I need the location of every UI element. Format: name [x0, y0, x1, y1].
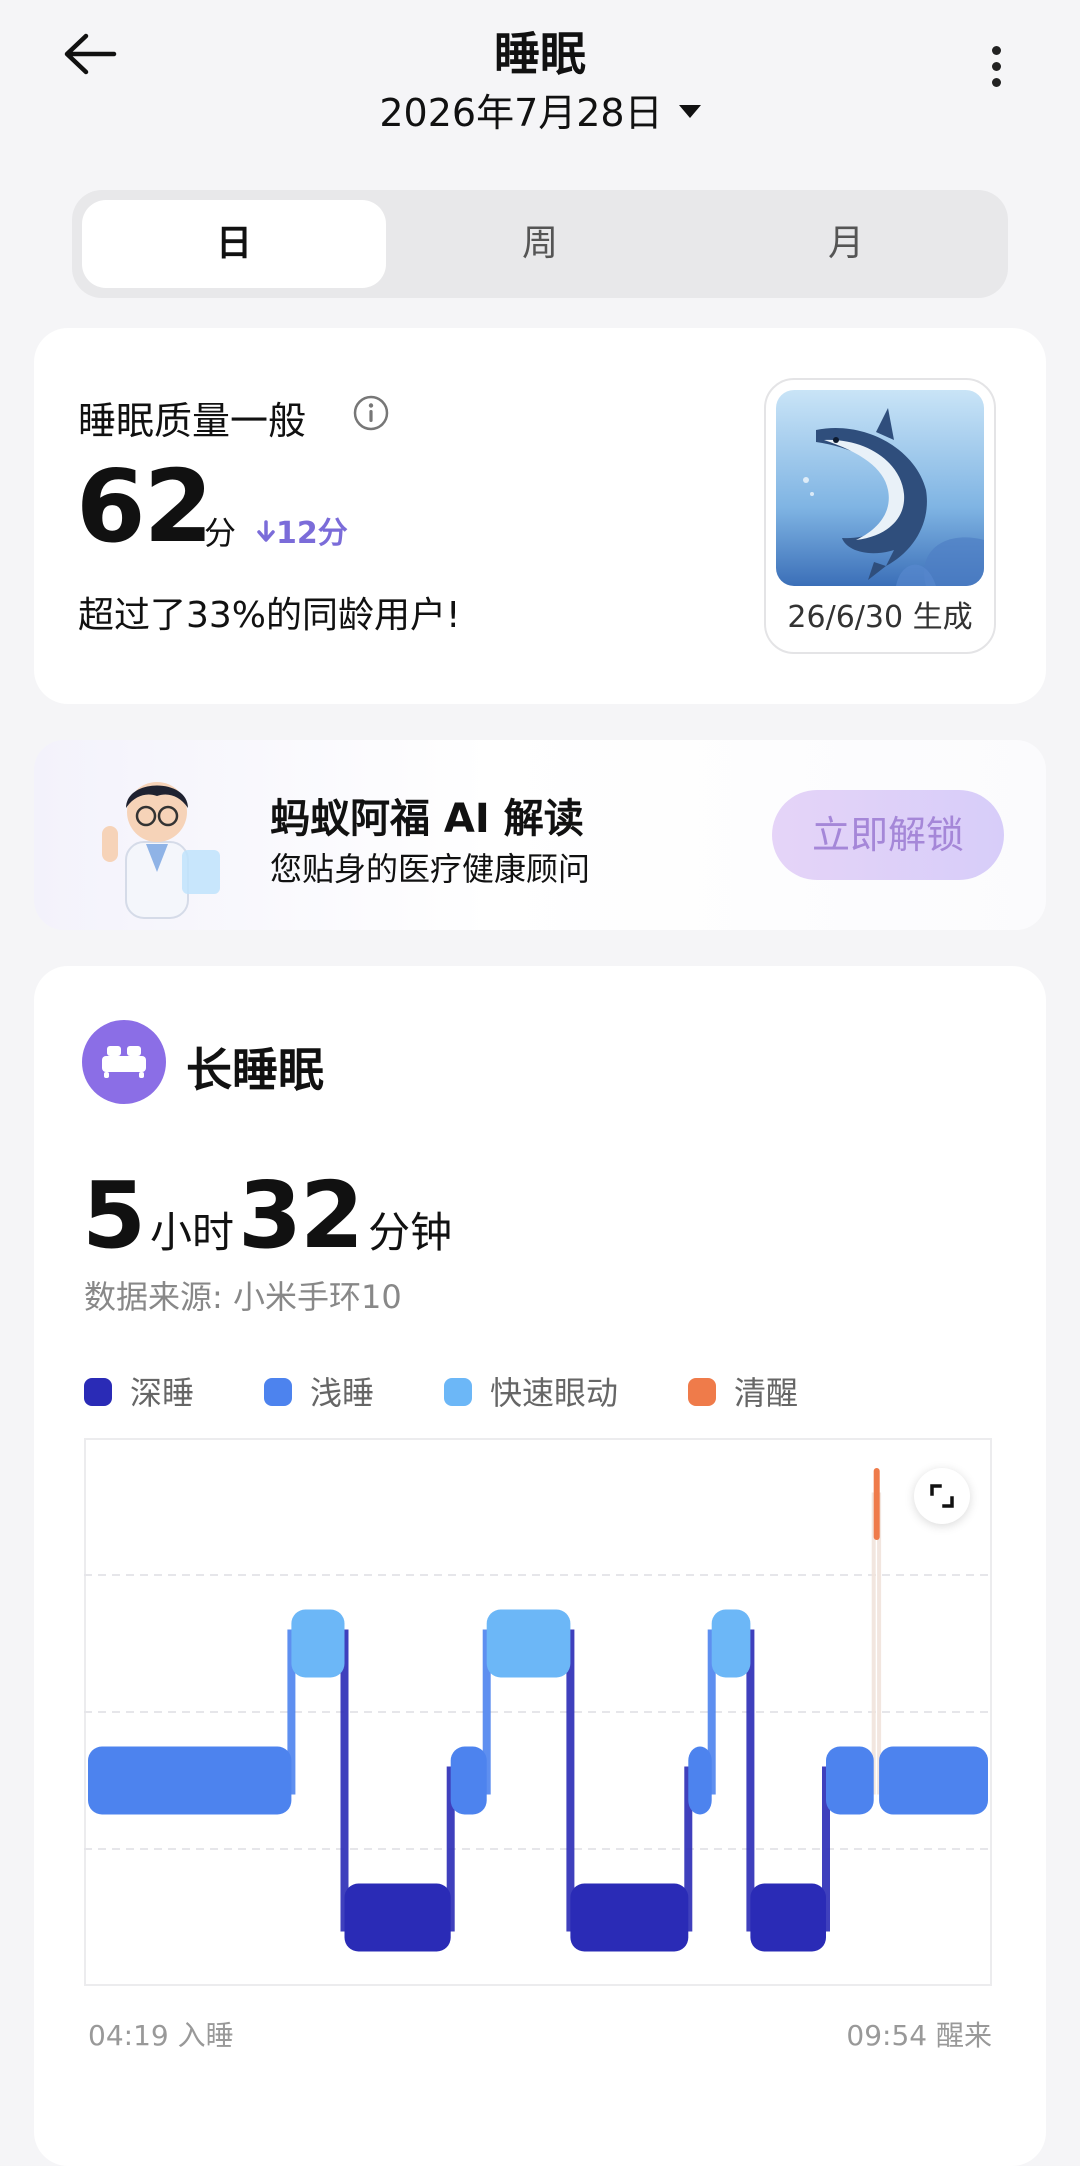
sleep-score-card: 睡眠质量一般 62 分 12分 超过了33%的同龄用户! 26/6/30 生成 — [34, 328, 1046, 704]
tab-month[interactable]: 月 — [694, 200, 998, 288]
stage-transition — [340, 1629, 349, 1932]
sleep-quality-label: 睡眠质量一般 — [78, 399, 307, 443]
info-icon[interactable] — [352, 394, 390, 432]
stage-bar-快速眼动 — [711, 1609, 751, 1678]
more-menu-button[interactable] — [980, 46, 1012, 96]
shark-illustration — [776, 390, 984, 586]
legend-swatch — [688, 1378, 716, 1406]
stage-bar-浅睡 — [88, 1746, 292, 1815]
date-selector[interactable]: 2026年7月28日 — [0, 82, 1080, 137]
stage-bar-清醒 — [873, 1468, 880, 1540]
chart-legend: 深睡 浅睡 快速眼动 清醒 — [84, 1368, 1004, 1414]
score-delta-value: 12分 — [276, 516, 348, 551]
sleep-stage-chart[interactable] — [84, 1438, 992, 1986]
legend-deep: 深睡 — [84, 1368, 194, 1414]
page-title: 睡眠 — [494, 27, 586, 81]
stage-bar-深睡 — [570, 1883, 689, 1952]
expand-button[interactable] — [914, 1468, 970, 1524]
arrow-down-icon — [257, 519, 275, 542]
stage-bar-快速眼动 — [486, 1609, 571, 1678]
stage-bar-浅睡 — [879, 1746, 988, 1815]
legend-rem: 快速眼动 — [444, 1368, 618, 1414]
wake-end-label: 09:54 醒来 — [846, 2019, 992, 2052]
ai-interpretation-card[interactable]: 蚂蚁阿福 AI 解读 您贴身的医疗健康顾问 立即解锁 — [34, 740, 1046, 930]
stage-transition — [746, 1629, 755, 1932]
bed-icon — [82, 1020, 166, 1104]
minutes-unit: 分钟 — [368, 1208, 453, 1257]
sleep-duration: 5 小时32 分钟 — [82, 1162, 456, 1269]
long-sleep-card: 长睡眠 5 小时32 分钟 数据来源: 小米手环10 深睡 浅睡 快速眼动 清醒 0… — [34, 966, 1046, 2166]
doctor-avatar — [88, 762, 228, 922]
unlock-button[interactable]: 立即解锁 — [772, 790, 1004, 880]
sleep-score: 62 — [76, 448, 213, 565]
more-vertical-icon — [980, 46, 1012, 87]
caret-down-icon — [678, 105, 701, 118]
stage-bar-深睡 — [750, 1883, 826, 1952]
tab-week[interactable]: 周 — [388, 200, 692, 288]
stage-bar-浅睡 — [688, 1746, 712, 1815]
legend-swatch — [84, 1378, 112, 1406]
legend-swatch — [444, 1378, 472, 1406]
peer-rank-text: 超过了33%的同龄用户! — [78, 595, 461, 636]
stage-bar-浅睡 — [826, 1746, 874, 1815]
sleep-start-label: 04:19 入睡 — [88, 2019, 234, 2052]
period-tabs: 日 周 月 — [72, 190, 1008, 298]
dream-image-card[interactable]: 26/6/30 生成 — [764, 378, 996, 654]
duration-hours: 5 — [82, 1162, 146, 1269]
legend-awake: 清醒 — [688, 1368, 798, 1414]
score-unit: 分 — [204, 514, 237, 552]
ai-card-subtitle: 您贴身的医疗健康顾问 — [270, 850, 591, 888]
stage-bar-浅睡 — [450, 1746, 487, 1815]
legend-swatch — [264, 1378, 292, 1406]
date-label: 2026年7月28日 — [379, 91, 663, 135]
fullscreen-icon — [930, 1484, 954, 1508]
sleep-type-label: 长睡眠 — [186, 1043, 324, 1097]
data-source: 数据来源: 小米手环10 — [84, 1278, 402, 1316]
ai-card-title: 蚂蚁阿福 AI 解读 — [270, 796, 584, 842]
stage-transition — [566, 1629, 575, 1932]
stage-bar-快速眼动 — [291, 1609, 345, 1678]
image-generated-date: 26/6/30 生成 — [787, 600, 973, 635]
tab-day[interactable]: 日 — [82, 200, 386, 288]
score-delta: 12分 — [256, 508, 348, 552]
hours-unit: 小时 — [150, 1208, 235, 1257]
legend-light: 浅睡 — [264, 1368, 374, 1414]
duration-minutes: 32 — [238, 1162, 364, 1269]
stage-bar-深睡 — [344, 1883, 451, 1952]
